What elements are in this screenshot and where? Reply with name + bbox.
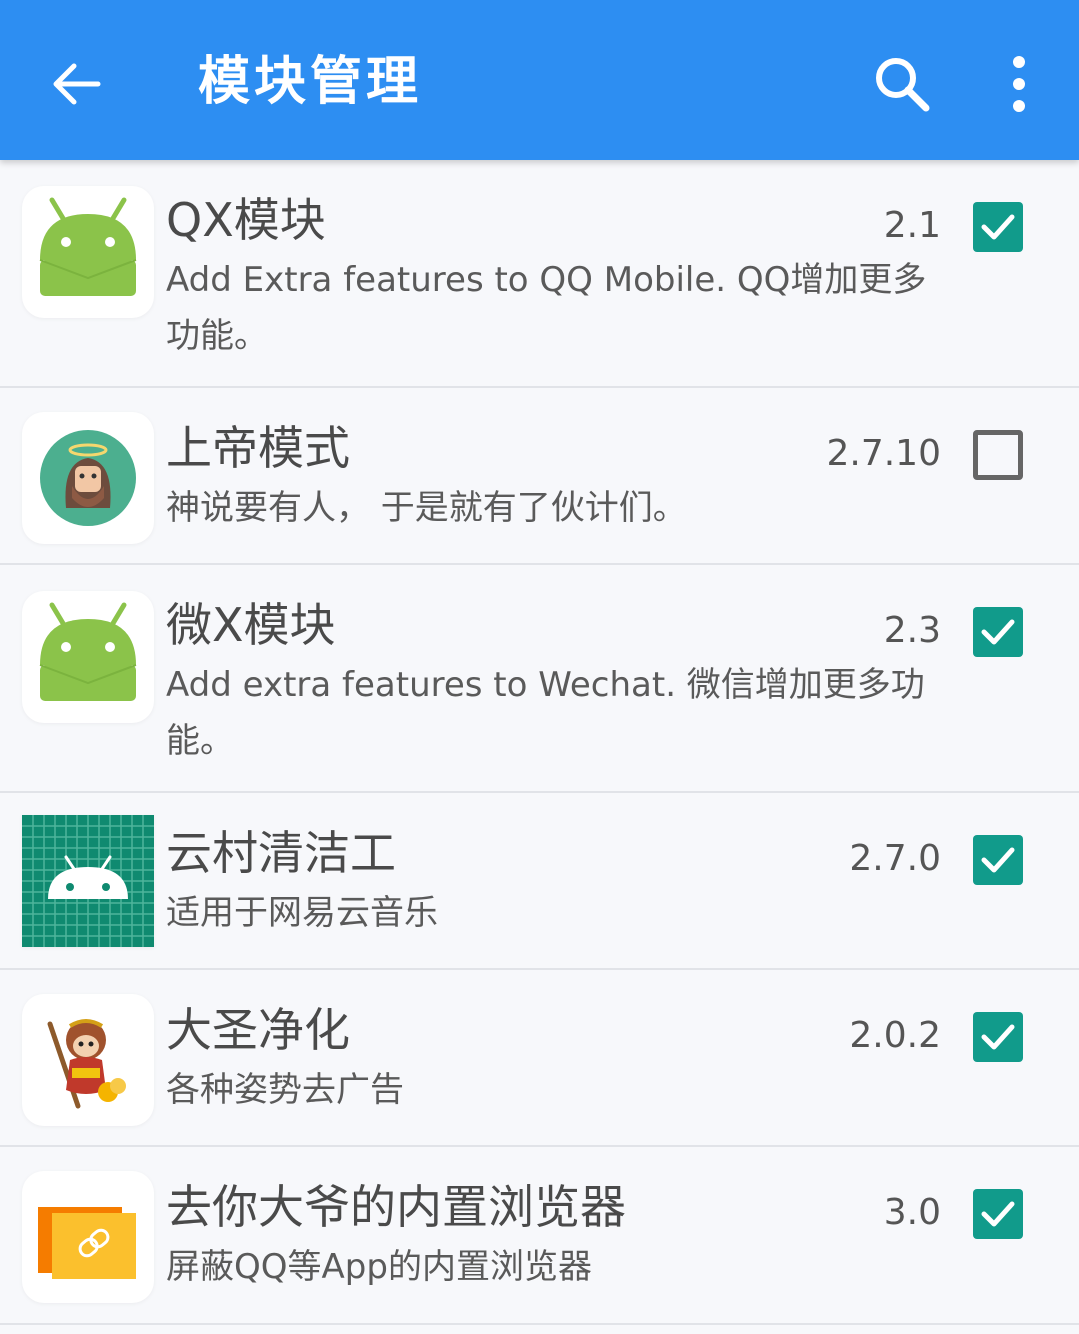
module-list: QX模块 2.1 Add Extra features to QQ Mobile… [0,160,1079,1325]
module-icon [22,186,154,318]
app-bar: 模块管理 [0,0,1079,160]
module-version: 2.3 [883,610,941,651]
enable-checkbox[interactable] [973,607,1023,657]
module-description: 各种姿势去广告 [166,1070,404,1110]
module-row-cloud-village[interactable]: 云村清洁工 2.7.0 适用于网易云音乐 [0,793,1079,970]
module-description: 适用于网易云音乐 [166,893,438,933]
module-name: 去你大爷的内置浏览器 [166,1180,626,1234]
check-icon [981,619,1015,645]
module-icon [22,1171,154,1303]
module-row-browser-blocker[interactable]: 去你大爷的内置浏览器 3.0 屏蔽QQ等App的内置浏览器 [0,1147,1079,1325]
module-row-god-mode[interactable]: 上帝模式 2.7.10 神说要有人， 于是就有了伙计们。 [0,388,1079,565]
module-icon [22,994,154,1126]
module-description: 神说要有人， 于是就有了伙计们。 [166,488,687,528]
module-description: Add extra features to Wechat. 微信增加更多功能。 [166,665,925,761]
module-version: 2.1 [883,205,941,246]
jesus-avatar-icon [40,430,136,526]
module-description: 屏蔽QQ等App的内置浏览器 [166,1247,592,1287]
link-card-icon [38,1207,136,1279]
monkey-king-icon [47,1019,126,1109]
module-name: 微X模块 [166,598,336,652]
enable-checkbox[interactable] [973,1012,1023,1062]
check-icon [981,214,1015,240]
enable-checkbox[interactable] [973,1189,1023,1239]
search-icon[interactable] [868,50,936,118]
module-version: 2.0.2 [849,1015,941,1056]
module-description: Add Extra features to QQ Mobile. QQ增加更多功… [166,260,927,356]
module-version: 3.0 [883,1192,941,1233]
module-icon [22,815,154,947]
android-robot-icon [39,602,137,701]
module-version: 2.7.0 [849,838,941,879]
page-title: 模块管理 [198,52,423,112]
android-robot-icon [39,197,137,296]
module-row-qx[interactable]: QX模块 2.1 Add Extra features to QQ Mobile… [0,160,1079,388]
more-vert-icon[interactable] [994,50,1044,118]
android-grid-icon [22,815,154,947]
module-icon [22,412,154,544]
module-row-wx[interactable]: 微X模块 2.3 Add extra features to Wechat. 微… [0,565,1079,793]
module-version: 2.7.10 [826,433,941,474]
module-name: 上帝模式 [166,421,350,475]
enable-checkbox[interactable] [973,202,1023,252]
module-icon [22,591,154,723]
check-icon [981,1024,1015,1050]
enable-checkbox[interactable] [973,835,1023,885]
module-name: 云村清洁工 [166,826,396,880]
check-icon [981,1201,1015,1227]
module-name: QX模块 [166,193,326,247]
module-name: 大圣净化 [166,1003,350,1057]
module-row-dasheng[interactable]: 大圣净化 2.0.2 各种姿势去广告 [0,970,1079,1147]
arrow-left-icon[interactable] [44,52,108,116]
enable-checkbox[interactable] [973,430,1023,480]
check-icon [981,847,1015,873]
